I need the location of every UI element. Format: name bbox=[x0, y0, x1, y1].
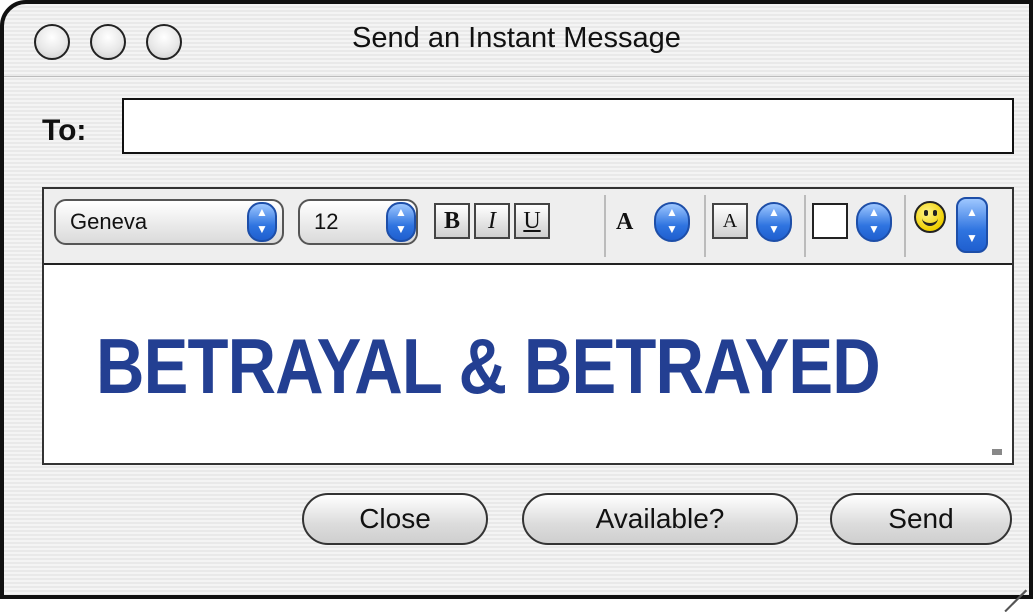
window-title: Send an Instant Message bbox=[352, 22, 681, 54]
size-stepper-icon[interactable]: ▲ ▼ bbox=[386, 202, 416, 242]
text-color-stepper-icon[interactable]: ▲ ▼ bbox=[654, 202, 690, 242]
background-color-button[interactable]: A bbox=[712, 203, 748, 239]
toolbar-separator bbox=[604, 195, 606, 257]
message-text: BETRAYAL & BETRAYED bbox=[96, 322, 881, 410]
available-button[interactable]: Available? bbox=[522, 493, 798, 545]
message-body[interactable]: BETRAYAL & BETRAYED bbox=[46, 265, 1010, 461]
smiley-stepper-icon[interactable]: ▲ ▼ bbox=[956, 197, 988, 253]
bold-button[interactable]: B bbox=[434, 203, 470, 239]
italic-button[interactable]: I bbox=[474, 203, 510, 239]
text-color-glyph: A bbox=[616, 209, 634, 235]
resize-grip-icon[interactable] bbox=[997, 563, 1027, 612]
smiley-icon[interactable] bbox=[914, 201, 946, 233]
toolbar-separator bbox=[804, 195, 806, 257]
title-bar[interactable]: Send an Instant Message bbox=[4, 4, 1029, 77]
close-button[interactable]: Close bbox=[302, 493, 488, 545]
to-field[interactable] bbox=[122, 98, 1014, 154]
swatch-stepper-icon[interactable]: ▲ ▼ bbox=[856, 202, 892, 242]
toolbar-separator bbox=[904, 195, 906, 257]
message-editor: Geneva ▲ ▼ 12 ▲ ▼ B I U A ▲ ▼ A ▲ ▼ ▲ ▼ ▲ ▼ BE bbox=[42, 187, 1014, 465]
im-window: Send an Instant Message To: Geneva ▲ ▼ 12… bbox=[0, 0, 1033, 612]
formatting-toolbar: Geneva ▲ ▼ 12 ▲ ▼ B I U A ▲ ▼ A ▲ ▼ ▲ ▼ ▲ ▼ bbox=[44, 189, 1012, 265]
font-value: Geneva bbox=[70, 209, 148, 234]
scroll-indicator bbox=[992, 449, 1002, 455]
bg-color-stepper-icon[interactable]: ▲ ▼ bbox=[756, 202, 792, 242]
color-swatch-icon[interactable] bbox=[812, 203, 848, 239]
to-label: To: bbox=[42, 114, 87, 147]
underline-button[interactable]: U bbox=[514, 203, 550, 239]
toolbar-separator bbox=[704, 195, 706, 257]
send-button[interactable]: Send bbox=[830, 493, 1012, 545]
font-stepper-icon[interactable]: ▲ ▼ bbox=[247, 202, 277, 242]
size-value: 12 bbox=[314, 209, 339, 234]
